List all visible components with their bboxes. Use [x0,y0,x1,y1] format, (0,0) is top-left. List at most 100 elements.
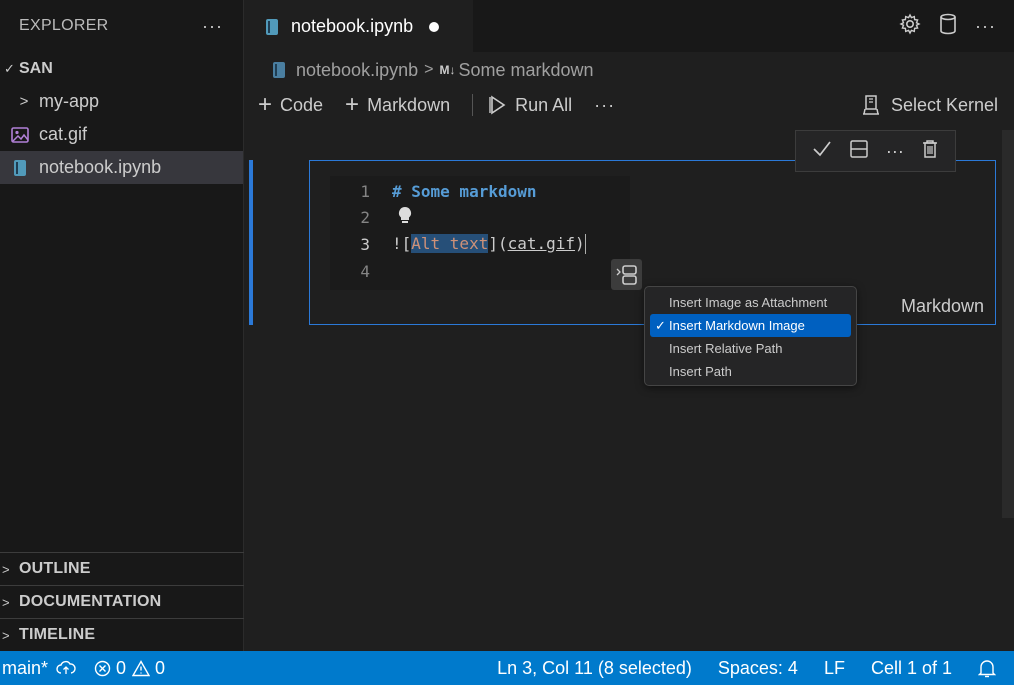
notebook-icon [265,18,279,36]
run-all-button[interactable]: Run All [489,95,572,116]
line-number: 3 [360,234,370,254]
warning-count: 0 [155,657,166,678]
cell-more-button[interactable]: ··· [886,141,904,162]
status-bar: main* 0 0 Ln 3, Col 11 (8 selected) Spac… [0,651,1014,685]
code-line: 4 [330,258,370,284]
markdown-icon: M↓ [439,63,456,77]
menu-item-label: Insert Path [669,364,732,379]
warning-icon [132,659,151,677]
image-syntax-open: ![ [392,233,412,253]
menu-item-label: Insert Relative Path [669,341,783,356]
check-icon[interactable] [812,140,832,163]
kernel-icon [862,95,879,115]
select-kernel-button[interactable]: Select Kernel [861,94,998,116]
unsaved-dot-icon[interactable] [429,21,440,32]
menu-item-insert-markdown-image[interactable]: ✓ Insert Markdown Image [650,314,851,337]
explorer-header: EXPLORER ··· [0,0,243,52]
branch-indicator[interactable]: main* [2,658,76,679]
menu-item-label: Insert Image as Attachment [669,295,828,310]
add-markdown-cell-button[interactable]: + Markdown [345,93,450,117]
image-syntax-close: ) [575,233,585,253]
check-icon: ✓ [655,317,666,333]
notebook-icon [272,61,286,79]
breadcrumb-file[interactable]: notebook.ipynb [296,60,418,81]
tree-item-my-app[interactable]: > my-app [0,85,243,118]
paste-options-icon[interactable] [611,259,642,290]
notebook-icon [10,158,30,178]
menu-item-label: Insert Markdown Image [669,318,805,333]
trash-icon[interactable] [921,139,939,164]
tab-notebook[interactable]: notebook.ipynb [245,0,473,52]
status-bar-left: main* 0 0 [0,658,173,679]
panel-label: DOCUMENTATION [19,593,162,610]
tree-item-label: notebook.ipynb [39,157,162,177]
line-number: 2 [360,207,370,227]
sidebar-bottom-panels: > OUTLINE > DOCUMENTATION > TIMELINE [0,552,244,651]
image-syntax-mid: ]( [488,233,508,253]
chevron-right-icon: > [2,561,10,577]
panel-outline[interactable]: > OUTLINE [0,552,244,585]
breadcrumb-section[interactable]: Some markdown [458,60,593,81]
tree-item-cat-gif[interactable]: cat.gif [0,118,243,151]
gear-icon[interactable] [899,13,921,40]
panel-documentation[interactable]: > DOCUMENTATION [0,585,244,618]
toolbar-more-button[interactable]: ··· [594,95,615,116]
lightbulb-icon[interactable] [398,206,412,230]
panel-timeline[interactable]: > TIMELINE [0,618,244,651]
editor-scrollbar[interactable] [1002,130,1014,518]
explorer-title: EXPLORER [19,17,109,34]
menu-item-insert-attachment[interactable]: Insert Image as Attachment [650,291,851,314]
tab-label: notebook.ipynb [291,16,414,36]
image-url: cat.gif [507,233,576,253]
chevron-right-icon: > [2,627,10,643]
tree-item-label: cat.gif [39,124,88,144]
cloud-sync-icon [56,660,76,676]
menu-item-insert-relative-path[interactable]: Insert Relative Path [650,337,851,360]
chevron-right-icon: > [2,594,10,610]
workspace-root[interactable]: ✓ SAN [0,52,243,85]
indentation-setting[interactable]: Spaces: 4 [718,658,798,679]
error-count: 0 [116,657,127,678]
editor-tab-bar: notebook.ipynb ··· [245,0,1014,52]
add-code-label: Code [280,94,324,115]
add-markdown-label: Markdown [367,94,451,115]
explorer-more-button[interactable]: ··· [202,16,223,37]
cell-toolbar: ··· [795,130,956,172]
plus-icon: + [258,91,273,118]
image-icon [10,125,30,145]
branch-label: main* [2,657,49,678]
split-cell-icon[interactable] [849,139,869,164]
code-line: 2 [330,204,412,230]
panel-label: OUTLINE [19,560,91,577]
cell-focus-indicator[interactable] [249,160,253,325]
problems-indicator[interactable]: 0 0 [94,658,165,679]
cursor-position[interactable]: Ln 3, Col 11 (8 selected) [497,658,692,679]
line-number: 4 [360,261,370,281]
line-number: 1 [360,181,370,201]
breadcrumb-separator: > [424,61,434,78]
cell-language-indicator[interactable]: Markdown [901,296,984,317]
text-cursor [584,234,586,255]
cell-editor[interactable]: 1 # Some markdown 2 3 ![Alt text](cat.gi… [330,176,630,290]
add-code-cell-button[interactable]: + Code [258,93,323,117]
plus-icon: + [345,91,360,118]
error-icon [94,660,111,677]
code-line: 1 # Some markdown [330,178,537,204]
workspace-root-label: SAN [19,59,53,77]
more-actions-button[interactable]: ··· [975,16,996,37]
menu-item-insert-path[interactable]: Insert Path [650,360,851,383]
code-text: # Some markdown [392,181,537,201]
breadcrumb: notebook.ipynb > M↓ Some markdown [272,57,594,83]
cell-indicator[interactable]: Cell 1 of 1 [871,658,952,679]
run-all-label: Run All [515,94,573,115]
tree-item-notebook[interactable]: notebook.ipynb [0,151,243,184]
toolbar-divider [472,94,474,116]
end-of-line[interactable]: LF [824,658,845,679]
paste-as-menu: Insert Image as Attachment ✓ Insert Mark… [644,286,857,386]
explorer-sidebar: EXPLORER ··· ✓ SAN > my-app cat.gif note… [0,0,244,651]
code-line: 3 ![Alt text](cat.gif) [330,231,586,257]
cylinder-icon[interactable] [939,13,957,40]
tree-item-label: my-app [39,91,100,111]
editor-actions: ··· [899,0,996,52]
bell-icon[interactable] [978,658,996,678]
